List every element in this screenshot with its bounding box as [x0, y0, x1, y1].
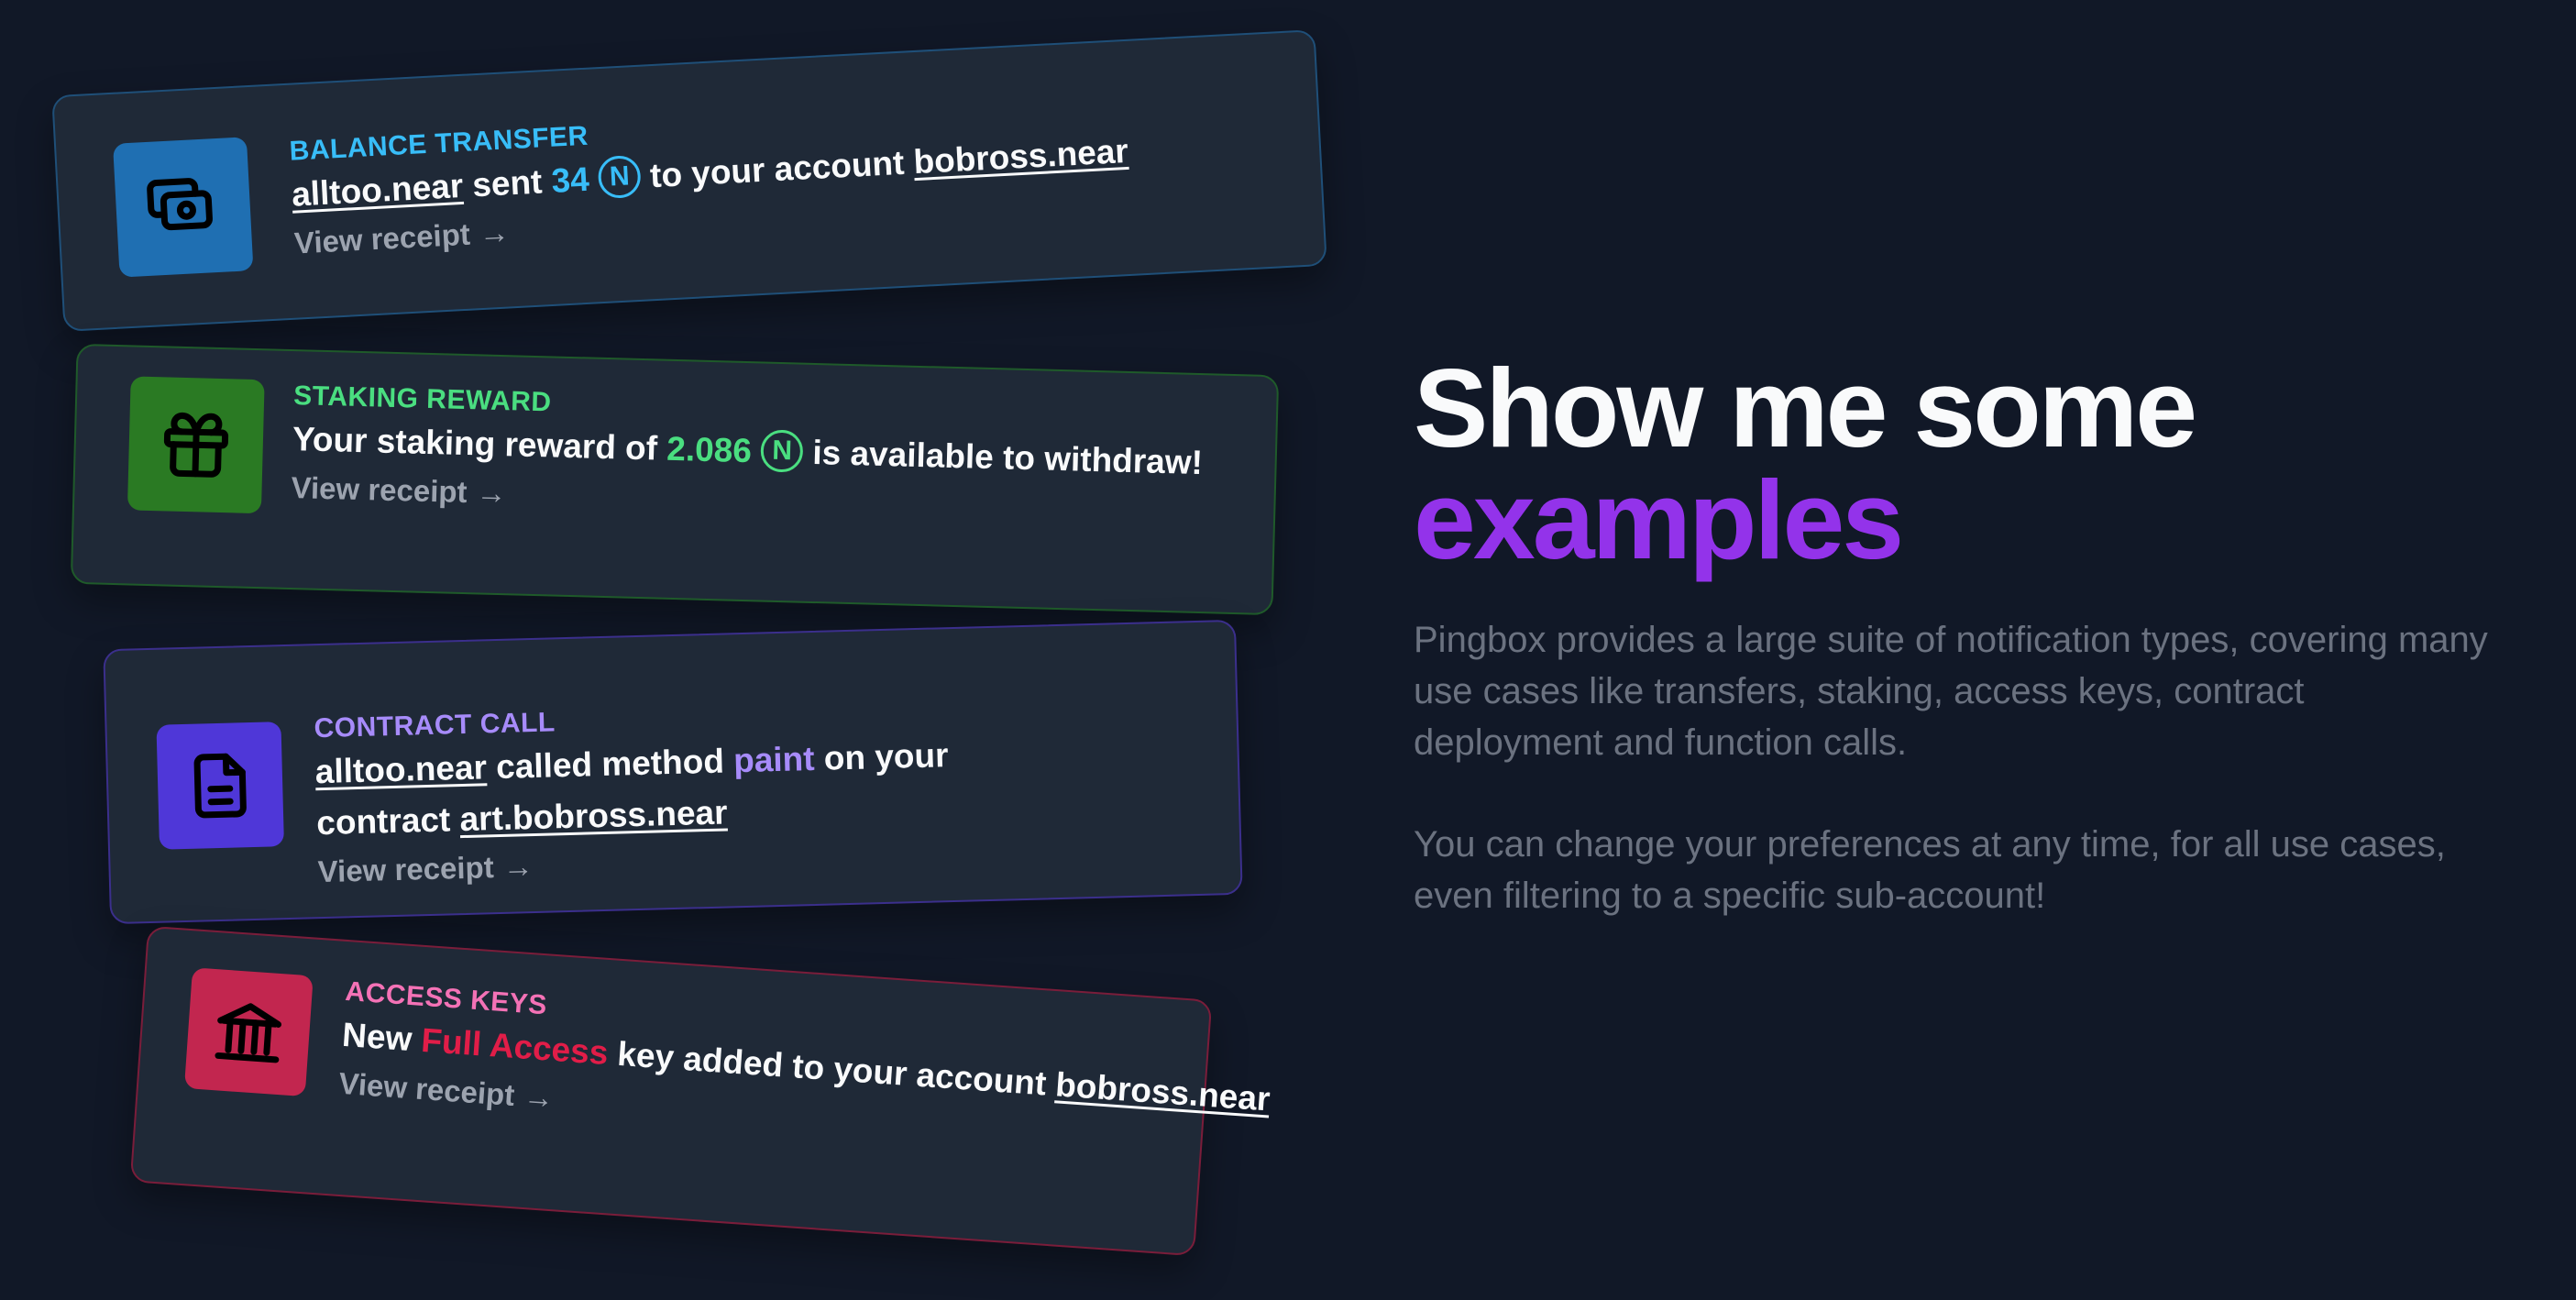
document-icon: [156, 722, 284, 850]
arrow-right-icon: →: [476, 475, 508, 511]
amount-value: 34: [550, 160, 590, 200]
view-receipt-label: View receipt: [337, 1065, 516, 1113]
account-link-bobross[interactable]: bobross.near: [1054, 1065, 1271, 1118]
view-receipt-label: View receipt: [317, 850, 495, 889]
view-receipt-label: View receipt: [291, 470, 468, 510]
cash-icon: [113, 137, 254, 278]
section-headline: Show me some examples: [1414, 352, 2197, 582]
notification-card-contract-call: CONTRACT CALL alltoo.near called method …: [103, 619, 1243, 925]
arrow-right-icon: →: [522, 1078, 556, 1116]
account-link-alltoo[interactable]: alltoo.near: [314, 748, 487, 790]
account-link-alltoo[interactable]: alltoo.near: [291, 167, 464, 214]
headline-accent: examples: [1414, 457, 1904, 582]
new-text: New: [340, 1015, 413, 1059]
contract-text: contract: [315, 800, 451, 843]
notification-content: ACCESS KEYS New Full Access key added to…: [337, 975, 1274, 1169]
to-account-text: to your account: [649, 143, 906, 195]
sent-text: sent: [471, 162, 544, 204]
notification-card-staking-reward: STAKING REWARD Your staking reward of 2.…: [70, 343, 1280, 616]
key-type: Full Access: [420, 1020, 610, 1073]
called-method-text: called method: [495, 742, 725, 787]
view-receipt-label: View receipt: [293, 216, 471, 260]
notification-content: STAKING REWARD Your staking reward of 2.…: [291, 379, 1205, 533]
bank-icon: [183, 967, 314, 1097]
examples-section: BALANCE TRANSFER alltoo.near sent 34 N t…: [0, 0, 2576, 1300]
near-token-icon: N: [760, 429, 804, 473]
gift-icon: [127, 376, 265, 514]
near-token-icon: N: [597, 155, 643, 200]
contract-account-link[interactable]: art.bobross.near: [459, 793, 728, 838]
on-your-text: on your: [823, 736, 949, 777]
reward-text: Your staking reward of: [292, 420, 658, 468]
notification-message: alltoo.near called method paint on your …: [314, 730, 959, 849]
account-link-bobross[interactable]: bobross.near: [912, 132, 1128, 181]
method-name: paint: [732, 739, 816, 780]
notification-card-balance-transfer: BALANCE TRANSFER alltoo.near sent 34 N t…: [51, 29, 1327, 332]
notification-card-access-keys: ACCESS KEYS New Full Access key added to…: [129, 925, 1271, 1257]
description-paragraph-2: You can change your preferences at any t…: [1414, 824, 2446, 916]
amount-value: 2.086: [666, 429, 753, 470]
notification-content: CONTRACT CALL alltoo.near called method …: [314, 695, 960, 893]
arrow-right-icon: →: [502, 849, 534, 884]
description-paragraph-1: Pingbox provides a large suite of notifi…: [1414, 620, 2488, 763]
headline-line-1: Show me some: [1414, 346, 2197, 470]
notification-content: BALANCE TRANSFER alltoo.near sent 34 N t…: [289, 91, 1132, 265]
withdraw-text: is available to withdraw!: [811, 433, 1204, 482]
arrow-right-icon: →: [478, 215, 511, 251]
